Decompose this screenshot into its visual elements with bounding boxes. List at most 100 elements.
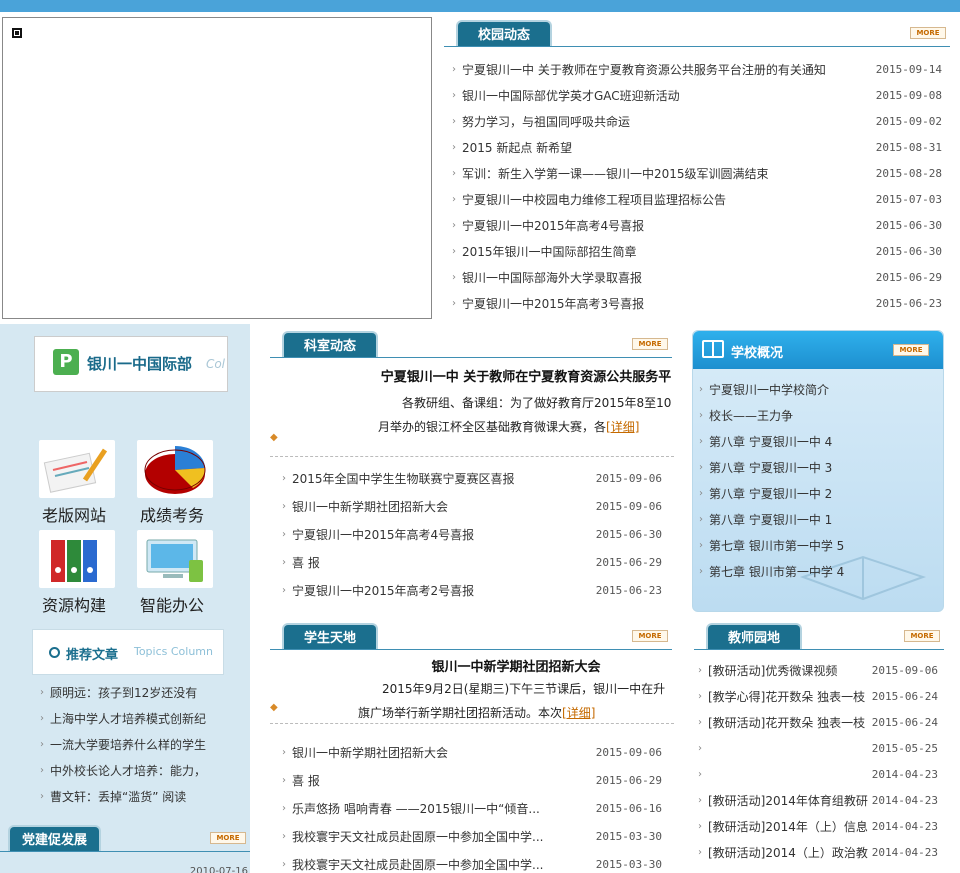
list-item[interactable]: › 乐声悠扬 唱响青春 ——2015银川一中“倾音... 2015-06-16 (282, 796, 662, 824)
list-item-title[interactable]: 银川一中新学期社团招新大会 (292, 740, 448, 766)
list-item[interactable]: › [教研活动]2014年体育组教研 2014-04-23 (698, 788, 938, 814)
dept-featured-title[interactable]: 宁夏银川一中 关于教师在宁夏教育资源公共服务平 (378, 366, 674, 385)
students-more-button[interactable]: MORE (632, 630, 668, 642)
list-item[interactable]: › 银川一中新学期社团招新大会 2015-09-06 (282, 740, 662, 768)
list-item[interactable]: › 我校寰宇天文社成员赴固原一中参加全国中学... 2015-03-30 (282, 824, 662, 852)
dept-news-more-button[interactable]: MORE (632, 338, 668, 350)
list-item[interactable]: › [教学心得]花开数朵 独表一枝 2015-06-24 (698, 684, 938, 710)
list-item[interactable]: › 宁夏银川一中学校简介 (699, 377, 939, 403)
list-item-title[interactable]: 第八章 宁夏银川一中 4 (709, 429, 832, 455)
list-item-title[interactable]: 第八章 宁夏银川一中 3 (709, 455, 832, 481)
grades-link[interactable]: 成绩考务 (132, 440, 242, 525)
list-item[interactable]: › 上海中学人才培养模式创新纪 (40, 706, 240, 732)
list-item-title[interactable]: 曹文轩：丢掉“滥货” 阅读 (50, 784, 186, 810)
list-item-title[interactable]: 努力学习，与祖国同呼吸共命运 (462, 109, 630, 135)
list-item[interactable]: › 2015年银川一中国际部招生简章 2015-06-30 (452, 239, 942, 265)
list-item-title[interactable]: 顾明远：孩子到12岁还没有 (50, 680, 197, 706)
list-item[interactable]: › 第七章 银川市第一中学 4 (699, 559, 939, 585)
list-item[interactable]: › 银川一中新学期社团招新大会 2015-09-06 (282, 494, 662, 522)
list-item-title[interactable]: [教研活动]2014年（上）信息 (708, 814, 868, 840)
campus-news-more-button[interactable]: MORE (910, 27, 946, 39)
list-item[interactable]: › [教研活动]2014（上）政治教 2014-04-23 (698, 840, 938, 866)
list-item[interactable]: › [教研活动]花开数朵 独表一枝 2015-06-24 (698, 710, 938, 736)
list-item-title[interactable]: 我校寰宇天文社成员赴固原一中参加全国中学... (292, 852, 543, 873)
list-item-title[interactable]: 第八章 宁夏银川一中 1 (709, 507, 832, 533)
tab-dept-news[interactable]: 科室动态 (282, 331, 379, 357)
list-item-title[interactable]: 宁夏银川一中2015年高考3号喜报 (462, 291, 644, 317)
list-item-title[interactable]: 第八章 宁夏银川一中 2 (709, 481, 832, 507)
list-item[interactable]: › [教研活动]2014年（上）信息 2014-04-23 (698, 814, 938, 840)
list-item[interactable]: › 银川一中国际部优学英才GAC班迎新活动 2015-09-08 (452, 83, 942, 109)
students-featured-link[interactable]: [详细] (562, 706, 595, 720)
school-overview-title[interactable]: 学校概况 (731, 342, 783, 361)
list-item-title[interactable]: [教研活动]2014年体育组教研 (708, 788, 868, 814)
list-item[interactable]: › 我校寰宇天文社成员赴固原一中参加全国中学... 2015-03-30 (282, 852, 662, 873)
list-item[interactable]: › 宁夏银川一中2015年高考4号喜报 2015-06-30 (452, 213, 942, 239)
list-item-title[interactable]: 银川一中新学期社团招新大会 (292, 494, 448, 520)
list-item[interactable]: › 第八章 宁夏银川一中 3 (699, 455, 939, 481)
list-item[interactable]: › 曹文轩：丢掉“滥货” 阅读 (40, 784, 240, 810)
teachers-more-button[interactable]: MORE (904, 630, 940, 642)
list-item-title[interactable]: 宁夏银川一中2015年高考4号喜报 (462, 213, 644, 239)
list-item[interactable]: › 宁夏银川一中2015年高考2号喜报 2015-06-23 (282, 578, 662, 606)
list-item-title[interactable]: 中外校长论人才培养：能力， (50, 758, 206, 784)
list-item[interactable]: › 宁夏银川一中校园电力维修工程项目监理招标公告 2015-07-03 (452, 187, 942, 213)
list-item[interactable]: › 顾明远：孩子到12岁还没有 (40, 680, 240, 706)
list-item[interactable]: › 2015 新起点 新希望 2015-08-31 (452, 135, 942, 161)
image-slideshow[interactable] (2, 17, 432, 319)
list-item[interactable]: › 校长——王力争 (699, 403, 939, 429)
list-item-title[interactable]: 宁夏银川一中2015年高考4号喜报 (292, 522, 474, 548)
resources-link[interactable]: 资源构建 (34, 530, 144, 615)
list-item-title[interactable]: [教研活动]2014（上）政治教 (708, 840, 868, 866)
list-item-title[interactable]: 乐声悠扬 唱响青春 ——2015银川一中“倾音... (292, 796, 540, 822)
list-item-title[interactable]: 银川一中国际部海外大学录取喜报 (462, 265, 642, 291)
list-item[interactable]: › 第八章 宁夏银川一中 2 (699, 481, 939, 507)
list-item-title[interactable]: 2015年银川一中国际部招生简章 (462, 239, 637, 265)
tab-students[interactable]: 学生天地 (282, 623, 379, 649)
list-item[interactable]: › [教研活动]优秀微课视频 2015-09-06 (698, 658, 938, 684)
list-item-title[interactable]: 宁夏银川一中 关于教师在宁夏教育资源公共服务平台注册的有关通知 (462, 57, 826, 83)
list-item[interactable]: › 银川一中国际部海外大学录取喜报 2015-06-29 (452, 265, 942, 291)
list-item[interactable]: › 第八章 宁夏银川一中 1 (699, 507, 939, 533)
tab-campus-news[interactable]: 校园动态 (456, 20, 553, 46)
list-item-title[interactable]: [教研活动]花开数朵 独表一枝 (708, 710, 865, 736)
list-item-title[interactable]: 宁夏银川一中校园电力维修工程项目监理招标公告 (462, 187, 726, 213)
office-link[interactable]: 智能办公 (132, 530, 242, 615)
list-item[interactable]: › 中外校长论人才培养：能力， (40, 758, 240, 784)
international-dept-banner[interactable]: P 银川一中国际部 Col (34, 336, 228, 392)
list-item[interactable]: › 宁夏银川一中2015年高考4号喜报 2015-06-30 (282, 522, 662, 550)
list-item[interactable]: › 2015年全国中学生生物联赛宁夏赛区喜报 2015-09-06 (282, 466, 662, 494)
list-item-title[interactable]: [教学心得]花开数朵 独表一枝 (708, 684, 865, 710)
list-item[interactable]: › 2015-05-25 (698, 736, 938, 762)
list-item-title[interactable]: 军训：新生入学第一课——银川一中2015级军训圆满结束 (462, 161, 769, 187)
list-item[interactable]: › 喜 报 2015-06-29 (282, 768, 662, 796)
tab-teachers[interactable]: 教师园地 (706, 623, 803, 649)
dept-featured-link[interactable]: [详细] (606, 420, 639, 434)
list-item-title[interactable]: 2015年全国中学生生物联赛宁夏赛区喜报 (292, 466, 515, 492)
tab-party[interactable]: 党建促发展 (8, 825, 102, 851)
list-item-title[interactable]: 第七章 银川市第一中学 5 (709, 533, 844, 559)
list-item-title[interactable]: 一流大学要培养什么样的学生 (50, 732, 206, 758)
list-item-title[interactable]: 校长——王力争 (709, 403, 793, 429)
list-item[interactable]: › 宁夏银川一中2015年高考3号喜报 2015-06-23 (452, 291, 942, 317)
list-item-title[interactable]: 喜 报 (292, 550, 320, 576)
list-item[interactable]: › 喜 报 2015-06-29 (282, 550, 662, 578)
list-item-title[interactable]: 我校寰宇天文社成员赴固原一中参加全国中学... (292, 824, 543, 850)
list-item[interactable]: › 努力学习，与祖国同呼吸共命运 2015-09-02 (452, 109, 942, 135)
party-more-button[interactable]: MORE (210, 832, 246, 844)
list-item[interactable]: › 军训：新生入学第一课——银川一中2015级军训圆满结束 2015-08-28 (452, 161, 942, 187)
list-item-title[interactable]: 2015 新起点 新希望 (462, 135, 572, 161)
list-item-title[interactable]: 第七章 银川市第一中学 4 (709, 559, 844, 585)
list-item-title[interactable]: 宁夏银川一中学校简介 (709, 377, 829, 403)
old-site-link[interactable]: 老版网站 (34, 440, 144, 525)
list-item[interactable]: › 宁夏银川一中 关于教师在宁夏教育资源公共服务平台注册的有关通知 2015-09-… (452, 57, 942, 83)
list-item[interactable]: › 第七章 银川市第一中学 5 (699, 533, 939, 559)
list-item[interactable]: › 2014-04-23 (698, 762, 938, 788)
list-item-title[interactable]: [教研活动]优秀微课视频 (708, 658, 837, 684)
list-item-title[interactable]: 宁夏银川一中2015年高考2号喜报 (292, 578, 474, 604)
list-item-title[interactable]: 银川一中国际部优学英才GAC班迎新活动 (462, 83, 680, 109)
list-item[interactable]: › 一流大学要培养什么样的学生 (40, 732, 240, 758)
slideshow-control-icon[interactable] (12, 28, 22, 38)
list-item-title[interactable]: 喜 报 (292, 768, 320, 794)
list-item-title[interactable]: 上海中学人才培养模式创新纪 (50, 706, 206, 732)
